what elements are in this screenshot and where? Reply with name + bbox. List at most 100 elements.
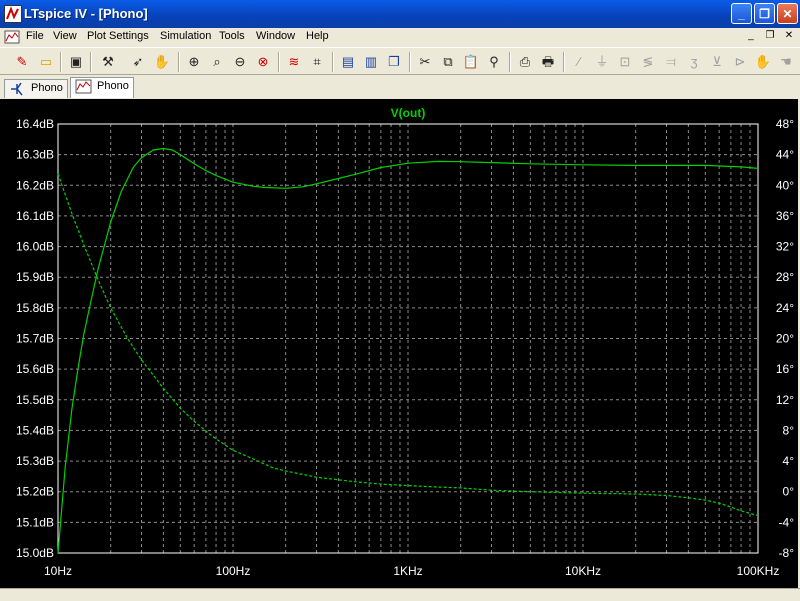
document-icon[interactable]	[4, 29, 20, 45]
menu-help[interactable]: Help	[306, 30, 329, 42]
y-tick-label-left: 15.6dB	[16, 362, 54, 376]
toolbar-separator	[563, 52, 565, 72]
y-tick-label-left: 15.3dB	[16, 454, 54, 468]
document-tabs: Phono Phono	[0, 76, 800, 98]
open-folder-icon[interactable]: ▭	[36, 52, 56, 72]
diode-icon[interactable]: ⊻	[707, 52, 727, 72]
title-bar[interactable]: LTspice IV - [Phono] _ ❐ ✕	[0, 0, 800, 28]
halt-hand-icon[interactable]: ✋	[152, 52, 172, 72]
menu-bar: File View Plot Settings Simulation Tools…	[0, 28, 800, 47]
ltspice-logo-icon	[4, 5, 22, 23]
menu-view[interactable]: View	[53, 30, 77, 42]
y-tick-label-left: 15.2dB	[16, 485, 54, 499]
y-tick-label-left: 16.1dB	[16, 209, 54, 223]
y-tick-label-left: 16.2dB	[16, 178, 54, 192]
y-tick-label-right: 16°	[776, 362, 794, 376]
minimize-button[interactable]: _	[731, 3, 752, 24]
waveform-icon	[75, 79, 93, 95]
doc-minimize-button[interactable]: _	[744, 29, 758, 43]
cut-scissors-icon[interactable]: ✂	[415, 52, 435, 72]
menu-simulation[interactable]: Simulation	[160, 30, 211, 42]
y-tick-label-left: 15.1dB	[16, 515, 54, 529]
autoscale-icon[interactable]: ≋	[284, 52, 304, 72]
y-tick-label-right: 8°	[783, 423, 795, 437]
y-tick-label-left: 15.8dB	[16, 301, 54, 315]
close-button[interactable]: ✕	[777, 3, 798, 24]
zoom-out-icon[interactable]: ⊖	[230, 52, 250, 72]
tab-label: Phono	[97, 80, 129, 92]
y-tick-label-right: 4°	[783, 454, 795, 468]
find-binoculars-icon[interactable]: ⚲	[484, 52, 504, 72]
status-bar	[0, 588, 800, 601]
save-icon[interactable]: ▣	[66, 52, 86, 72]
menu-plot-settings[interactable]: Plot Settings	[87, 30, 149, 42]
window-title: LTspice IV - [Phono]	[24, 6, 148, 21]
pan-icon[interactable]: ⌕	[207, 52, 227, 72]
ground-icon[interactable]: ⏚	[592, 52, 612, 72]
menu-file[interactable]: File	[26, 30, 44, 42]
toolbar-separator	[60, 52, 62, 72]
y-tick-label-right: 0°	[783, 485, 795, 499]
x-tick-label: 1KHz	[393, 564, 422, 578]
toolbar-separator	[278, 52, 280, 72]
y-tick-label-right: 44°	[776, 148, 794, 162]
waveform-plot[interactable]: 16.4dB 16.3dB 16.2dB 16.1dB 16.0dB 15.9dB 15.8…	[0, 99, 798, 588]
delete-trace-icon[interactable]: ⌗	[307, 52, 327, 72]
tile-vertical-icon[interactable]: ▥	[361, 52, 381, 72]
capacitor-icon[interactable]: ⫤	[661, 52, 681, 72]
y-tick-label-left: 15.0dB	[16, 546, 54, 560]
menu-window[interactable]: Window	[256, 30, 295, 42]
resistor-icon[interactable]: ≶	[638, 52, 658, 72]
y-tick-label-left: 16.0dB	[16, 240, 54, 254]
toolbar-separator	[509, 52, 511, 72]
x-tick-label: 10KHz	[565, 564, 601, 578]
wire-pencil-icon[interactable]: ∕	[569, 52, 589, 72]
x-tick-label: 10Hz	[44, 564, 72, 578]
y-tick-label-right: 36°	[776, 209, 794, 223]
move-hand-icon[interactable]: ✋	[753, 52, 773, 72]
toolbar: ✎ ▭ ▣ ⚒ ➶ ✋ ⊕ ⌕ ⊖ ⊗ ≋ ⌗ ▤ ▥ ❐ ✂ ⧉ 📋 ⚲ ⎙ …	[0, 47, 800, 75]
inductor-icon[interactable]: ʒ	[684, 52, 704, 72]
phase-trace	[57, 173, 759, 517]
label-net-icon[interactable]: ⊡	[615, 52, 635, 72]
tab-schematic-phono[interactable]: Phono	[4, 79, 68, 98]
y-tick-label-right: 28°	[776, 270, 794, 284]
menu-tools[interactable]: Tools	[219, 30, 245, 42]
y-tick-label-right: -4°	[779, 515, 795, 529]
copy-icon[interactable]: ⧉	[438, 52, 458, 72]
toolbar-separator	[332, 52, 334, 72]
y-tick-label-left: 15.7dB	[16, 332, 54, 346]
maximize-button[interactable]: ❐	[754, 3, 775, 24]
tab-waveform-phono[interactable]: Phono	[70, 77, 134, 98]
trace-title[interactable]: V(out)	[391, 106, 426, 120]
new-schematic-icon[interactable]: ✎	[12, 52, 32, 72]
paste-icon[interactable]: 📋	[461, 52, 481, 72]
waveform-viewer[interactable]: 16.4dB 16.3dB 16.2dB 16.1dB 16.0dB 15.9dB 15.8…	[0, 99, 798, 588]
doc-close-button[interactable]: ✕	[782, 29, 796, 43]
x-tick-label: 100KHz	[737, 564, 780, 578]
y-tick-label-left: 15.4dB	[16, 423, 54, 437]
x-tick-label: 100Hz	[216, 564, 251, 578]
print-icon[interactable]: 🖶	[538, 52, 558, 72]
plot-grid	[57, 124, 758, 553]
y-tick-label-right: 12°	[776, 393, 794, 407]
run-icon[interactable]: ➶	[128, 52, 148, 72]
y-tick-label-left: 16.3dB	[16, 148, 54, 162]
zoom-fit-icon[interactable]: ⊗	[253, 52, 273, 72]
toolbar-separator	[409, 52, 411, 72]
zoom-in-icon[interactable]: ⊕	[184, 52, 204, 72]
schematic-icon	[9, 81, 27, 97]
component-icon[interactable]: ⊳	[730, 52, 750, 72]
y-tick-label-right: 40°	[776, 178, 794, 192]
doc-restore-button[interactable]: ❐	[763, 29, 777, 43]
print-preview-icon[interactable]: ⎙	[515, 52, 535, 72]
cascade-icon[interactable]: ❐	[384, 52, 404, 72]
y-tick-label-right: 24°	[776, 301, 794, 315]
y-tick-label-left: 15.5dB	[16, 393, 54, 407]
control-panel-hammer-icon[interactable]: ⚒	[98, 52, 118, 72]
tile-horizontal-icon[interactable]: ▤	[338, 52, 358, 72]
y-tick-label-right: 20°	[776, 332, 794, 346]
toolbar-separator	[90, 52, 92, 72]
y-tick-label-left: 16.4dB	[16, 117, 54, 131]
drag-hand-icon[interactable]: ☚	[776, 52, 796, 72]
